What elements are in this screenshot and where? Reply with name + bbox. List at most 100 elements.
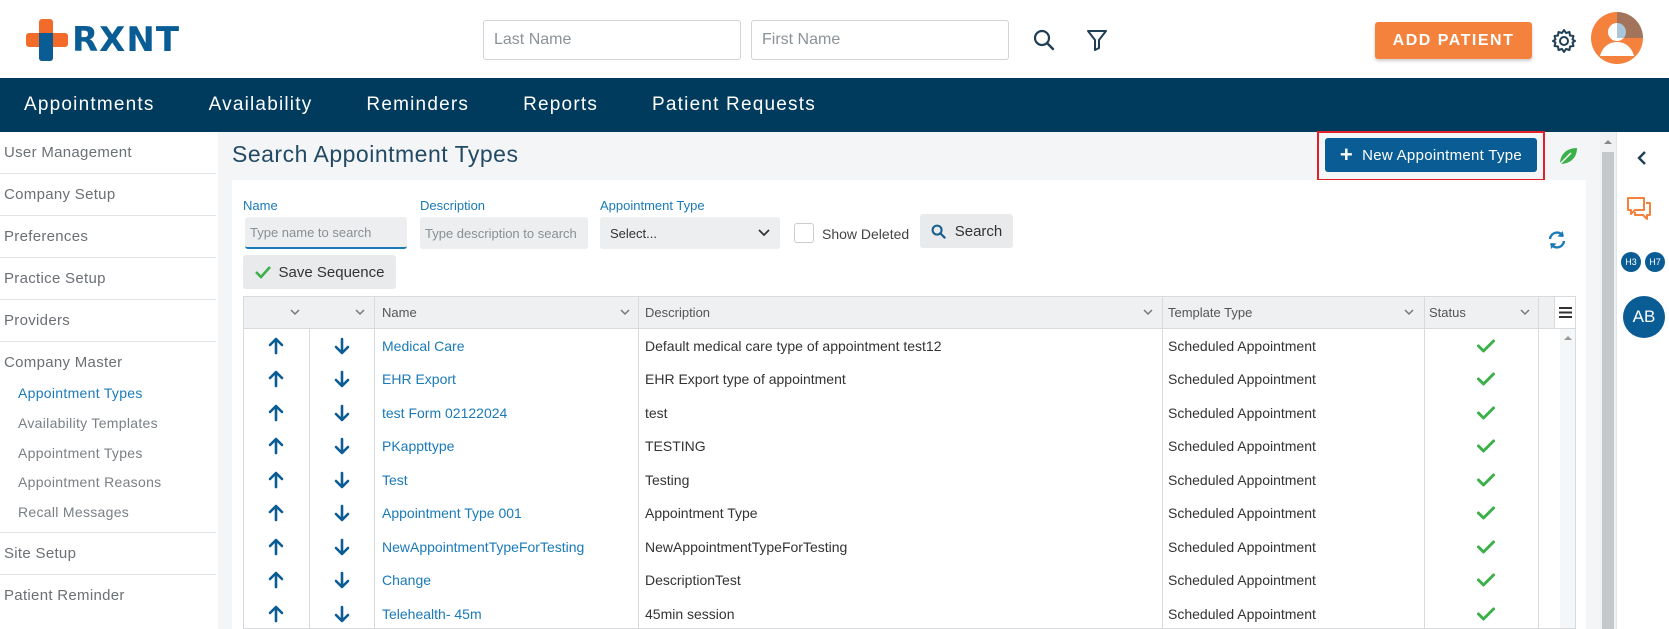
move-down-arrow-icon[interactable]	[330, 597, 354, 628]
column-header-status[interactable]: Status	[1429, 297, 1466, 328]
template-type: Scheduled Appointment	[1168, 538, 1316, 555]
description-label: Description	[420, 198, 486, 213]
sidebar-subitem-appointment-types-2[interactable]: Appointment Types	[18, 445, 143, 461]
checkmark-icon	[254, 266, 271, 279]
appointment-type-description: Appointment Type	[645, 505, 758, 521]
table-row: Appointment Type 001 Appointment Type Sche…	[244, 497, 1534, 530]
logo-text: RXNT	[72, 20, 181, 60]
description-search-input[interactable]	[420, 217, 588, 249]
move-down-arrow-icon[interactable]	[330, 363, 354, 396]
move-up-column-chevron-icon[interactable]	[290, 297, 310, 328]
appointment-type-description: EHR Export type of appointment	[645, 371, 846, 387]
move-up-arrow-icon[interactable]	[264, 396, 288, 429]
status-column-chevron-icon[interactable]	[1520, 297, 1530, 328]
search-button[interactable]: Search	[920, 214, 1013, 248]
nav-availability[interactable]: Availability	[209, 94, 313, 116]
template-column-chevron-icon[interactable]	[1404, 297, 1414, 328]
chevron-down-icon	[758, 229, 770, 237]
sidebar-item-preferences[interactable]: Preferences	[4, 228, 216, 245]
column-header-template-type[interactable]: Template Type	[1168, 297, 1252, 328]
first-name-input[interactable]	[751, 20, 1009, 60]
appointment-type-name-link[interactable]: NewAppointmentTypeForTesting	[382, 530, 584, 563]
sidebar-subitem-appointment-reasons[interactable]: Appointment Reasons	[18, 474, 161, 490]
appointment-type-name-link[interactable]: Appointment Type 001	[382, 497, 522, 530]
sidebar-item-user-management[interactable]: User Management	[4, 144, 216, 161]
move-up-arrow-icon[interactable]	[264, 430, 288, 463]
save-sequence-button[interactable]: Save Sequence	[243, 255, 396, 289]
grid-scrollbar[interactable]	[1560, 329, 1576, 628]
add-patient-button[interactable]: ADD PATIENT	[1375, 22, 1532, 59]
move-up-arrow-icon[interactable]	[264, 497, 288, 530]
filter-icon[interactable]	[1083, 26, 1111, 54]
column-header-name[interactable]: Name	[382, 297, 417, 328]
move-down-arrow-icon[interactable]	[330, 329, 354, 362]
appointment-type-name-link[interactable]: Telehealth- 45m	[382, 597, 482, 628]
gear-icon[interactable]	[1549, 26, 1579, 56]
sidebar-item-company-setup[interactable]: Company Setup	[4, 186, 216, 203]
h3-badge[interactable]: H3	[1621, 252, 1641, 272]
move-down-arrow-icon[interactable]	[330, 564, 354, 597]
scroll-up-icon[interactable]	[1600, 136, 1616, 148]
nav-appointments[interactable]: Appointments	[24, 94, 155, 116]
status-check-icon	[1476, 530, 1496, 563]
move-up-arrow-icon[interactable]	[264, 463, 288, 496]
move-up-arrow-icon[interactable]	[264, 363, 288, 396]
scroll-up-icon[interactable]	[1560, 333, 1576, 343]
sidebar-subitem-recall-messages[interactable]: Recall Messages	[18, 504, 129, 520]
appointment-type-name-link[interactable]: Test	[382, 463, 408, 496]
appointment-type-name-link[interactable]: EHR Export	[382, 363, 456, 396]
move-down-arrow-icon[interactable]	[330, 463, 354, 496]
nav-patient-requests[interactable]: Patient Requests	[652, 94, 816, 116]
move-down-column-chevron-icon[interactable]	[355, 297, 375, 328]
sidebar-item-providers[interactable]: Providers	[4, 312, 216, 329]
sidebar-subitem-availability-templates[interactable]: Availability Templates	[18, 415, 158, 431]
status-check-icon	[1476, 497, 1496, 530]
name-search-input[interactable]	[245, 217, 407, 249]
nav-reminders[interactable]: Reminders	[366, 94, 469, 116]
divider	[0, 257, 216, 258]
appointment-type-select[interactable]: Select...	[600, 217, 780, 249]
appointment-type-name-link[interactable]: Medical Care	[382, 329, 464, 362]
page-title: Search Appointment Types	[232, 141, 519, 167]
move-up-arrow-icon[interactable]	[264, 564, 288, 597]
name-column-chevron-icon[interactable]	[620, 297, 630, 328]
move-down-arrow-icon[interactable]	[330, 497, 354, 530]
move-up-arrow-icon[interactable]	[264, 530, 288, 563]
sidebar-item-practice-setup[interactable]: Practice Setup	[4, 270, 216, 287]
nav-reports[interactable]: Reports	[523, 94, 598, 116]
rxnt-logo[interactable]: RXNT	[26, 19, 180, 61]
table-row: test Form 02122024 test Scheduled Appointm…	[244, 396, 1534, 429]
search-icon[interactable]	[1030, 26, 1058, 54]
refresh-icon[interactable]	[1545, 228, 1569, 252]
sidebar-item-patient-reminder[interactable]: Patient Reminder	[4, 587, 216, 604]
appointment-types-grid: Name Description Template Type Status Me…	[243, 296, 1576, 629]
leaf-icon[interactable]	[1556, 144, 1580, 168]
user-avatar-icon[interactable]	[1591, 12, 1643, 64]
new-appointment-type-button[interactable]: + New Appointment Type	[1325, 138, 1537, 172]
move-down-arrow-icon[interactable]	[330, 430, 354, 463]
h7-badge[interactable]: H7	[1645, 252, 1665, 272]
scrollbar-thumb[interactable]	[1602, 152, 1614, 629]
appointment-type-name-link[interactable]: test Form 02122024	[382, 396, 507, 429]
sidebar-item-company-master[interactable]: Company Master	[4, 354, 216, 371]
column-menu-icon[interactable]	[1554, 297, 1575, 328]
column-header-description[interactable]: Description	[645, 297, 710, 328]
appointment-type-description: Default medical care type of appointment…	[645, 337, 942, 354]
appointment-type-name-link[interactable]: Change	[382, 564, 431, 597]
move-up-arrow-icon[interactable]	[264, 329, 288, 362]
sidebar-item-site-setup[interactable]: Site Setup	[4, 545, 216, 562]
grid-header: Name Description Template Type Status	[244, 297, 1575, 329]
show-deleted-checkbox[interactable]	[794, 223, 814, 243]
sidebar-subitem-appointment-types[interactable]: Appointment Types	[18, 385, 143, 401]
last-name-input[interactable]	[483, 20, 741, 60]
chat-icon[interactable]	[1624, 194, 1654, 222]
move-up-arrow-icon[interactable]	[264, 597, 288, 628]
description-column-chevron-icon[interactable]	[1143, 297, 1153, 328]
move-down-arrow-icon[interactable]	[330, 396, 354, 429]
top-bar: RXNT ADD PATIENT	[0, 0, 1669, 78]
page-scrollbar[interactable]	[1600, 132, 1616, 629]
move-down-arrow-icon[interactable]	[330, 530, 354, 563]
chevron-left-icon[interactable]	[1632, 148, 1652, 168]
appointment-type-name-link[interactable]: PKappttype	[382, 430, 454, 463]
avatar[interactable]: AB	[1623, 296, 1665, 338]
